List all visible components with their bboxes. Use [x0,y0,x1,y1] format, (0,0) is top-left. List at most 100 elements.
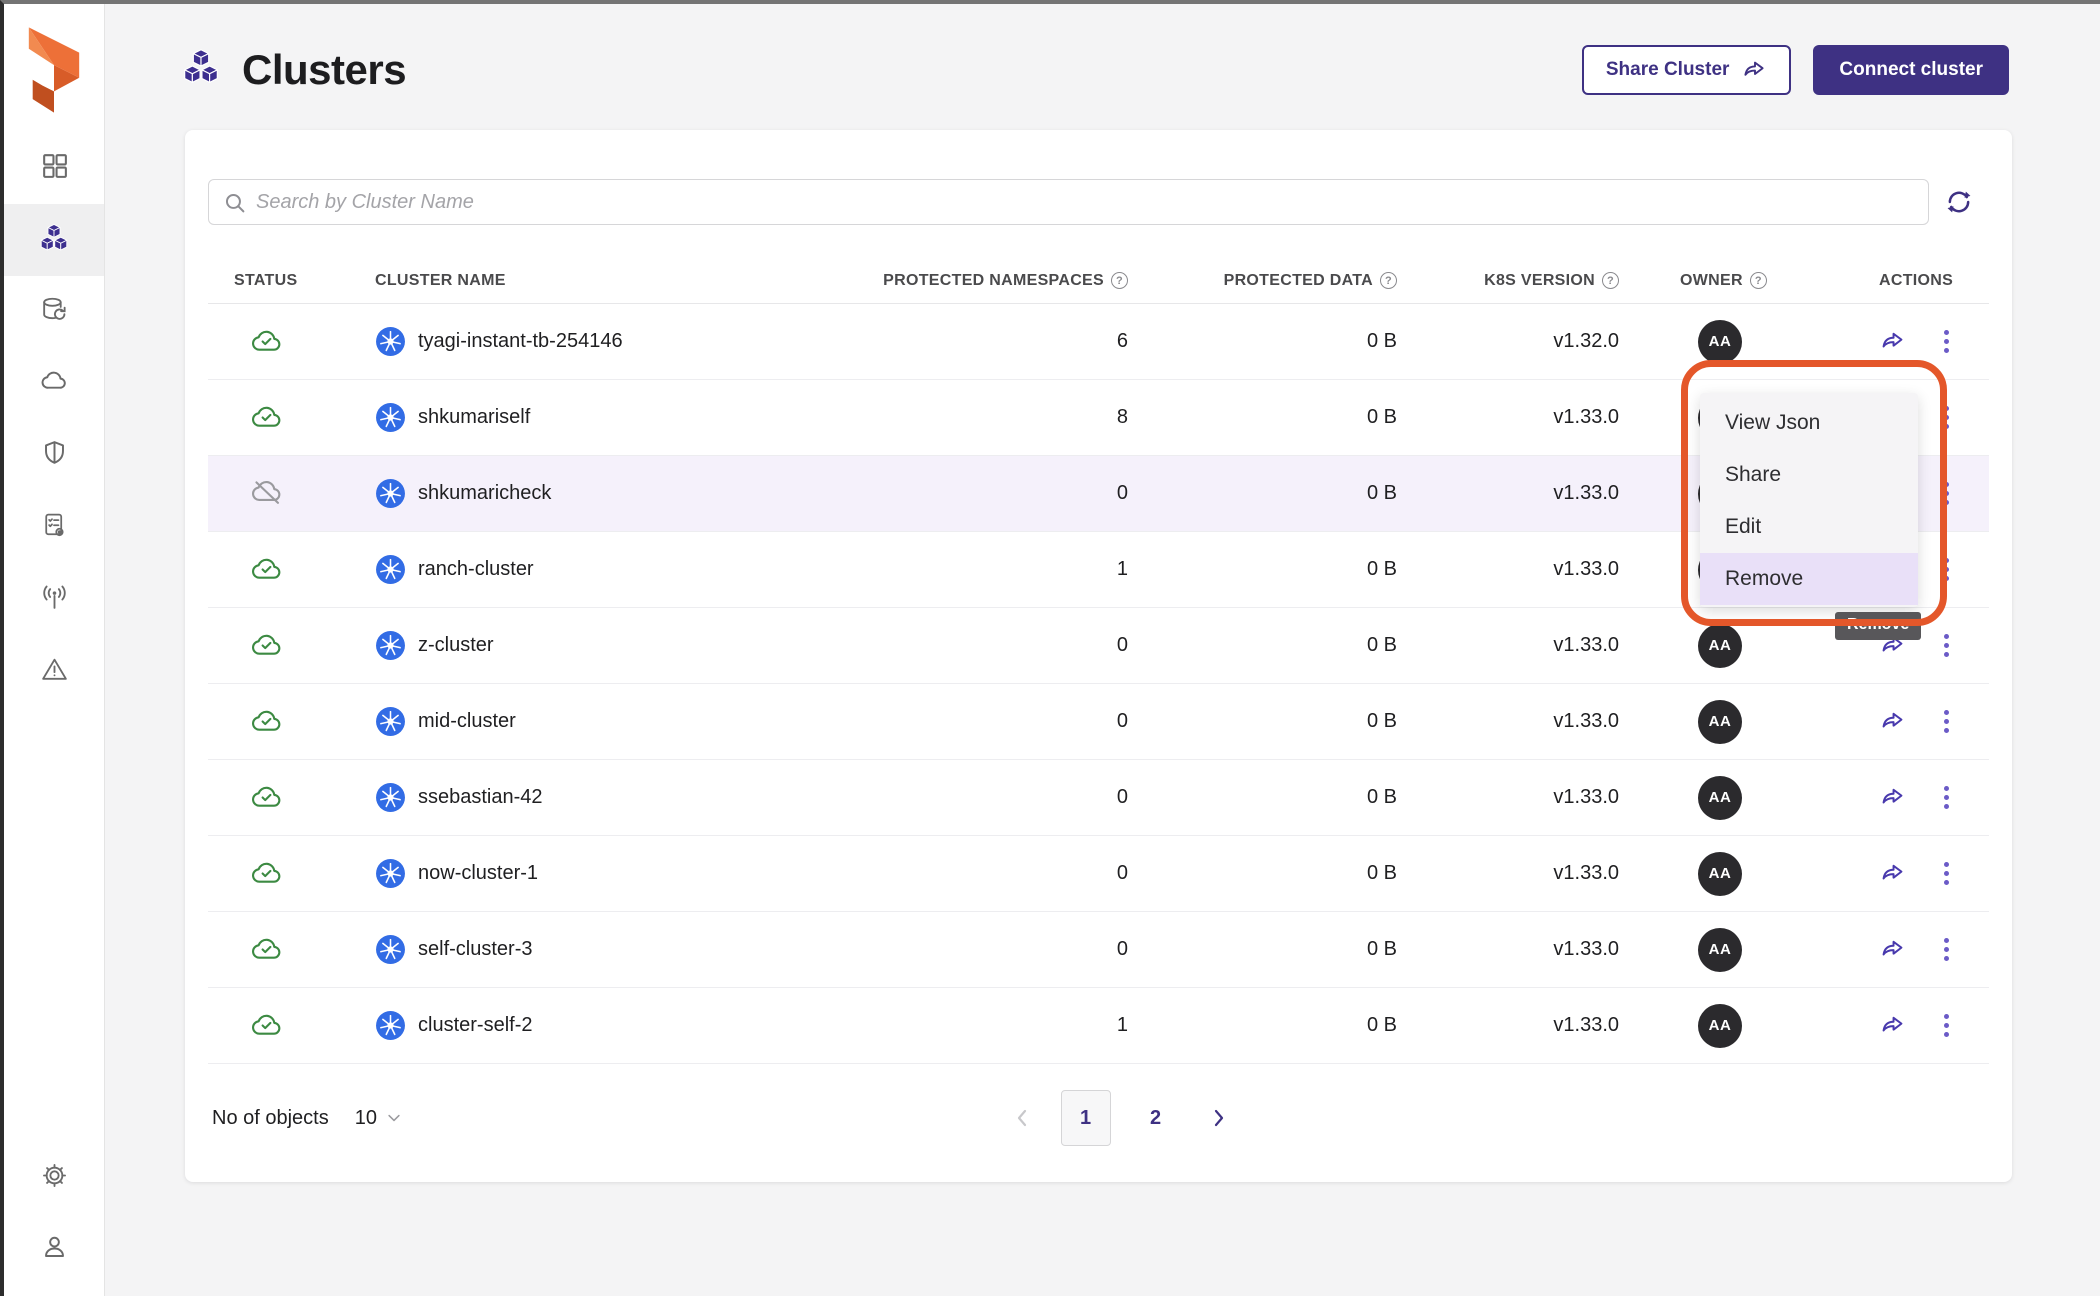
clusters-card: STATUS CLUSTER NAME PROTECTED NAMESPACES… [185,130,2012,1182]
page-size-select[interactable]: 10 [355,1107,403,1130]
table-row[interactable]: tyagi-instant-tb-254146 6 0 B v1.32.0 AA [208,304,1989,380]
k8s-version-cell: v1.33.0 [1397,634,1619,657]
help-icon[interactable]: ? [1750,272,1767,289]
owner-avatar[interactable]: AA [1698,320,1742,364]
previous-page-icon[interactable] [1005,1100,1041,1136]
cluster-name[interactable]: ssebastian-42 [418,786,543,809]
portworx-logo[interactable] [23,24,85,116]
owner-avatar[interactable]: AA [1698,852,1742,896]
sidebar-item-clusters[interactable] [4,204,104,276]
search-input[interactable] [256,191,1914,214]
context-menu-item[interactable]: Edit [1700,501,1918,553]
context-menu-item[interactable]: View Json [1700,397,1918,449]
help-icon[interactable]: ? [1602,272,1619,289]
column-status: STATUS [208,272,375,290]
status-cell [208,1008,375,1043]
page-button[interactable]: 1 [1061,1090,1111,1146]
table-row[interactable]: now-cluster-1 0 0 B v1.33.0 AA [208,836,1989,912]
clusters-cubes-icon [36,220,72,261]
pagination: No of objects 10 1 2 [208,1088,1989,1148]
cluster-name[interactable]: z-cluster [418,634,494,657]
owner-avatar[interactable]: AA [1698,1004,1742,1048]
help-icon[interactable]: ? [1380,272,1397,289]
share-row-icon[interactable] [1879,1012,1906,1039]
actions-cell [1879,858,1969,889]
owner-avatar[interactable]: AA [1698,700,1742,744]
table-row[interactable]: z-cluster 0 0 B v1.33.0 AA [208,608,1989,684]
kubernetes-icon [375,478,406,509]
namespaces-cell: 0 [868,862,1128,885]
kubernetes-icon [375,630,406,661]
k8s-version-cell: v1.33.0 [1397,710,1619,733]
cluster-name[interactable]: self-cluster-3 [418,938,532,961]
activity-antenna-icon [39,582,70,618]
cluster-online-icon [250,552,285,587]
cluster-name[interactable]: ranch-cluster [418,558,534,581]
table-row[interactable]: ssebastian-42 0 0 B v1.33.0 AA [208,760,1989,836]
sidebar-item-policies[interactable] [4,492,104,564]
column-cluster-name: CLUSTER NAME [375,272,868,290]
owner-avatar[interactable]: AA [1698,776,1742,820]
cluster-name[interactable]: tyagi-instant-tb-254146 [418,330,623,353]
share-row-icon[interactable] [1879,784,1906,811]
cluster-name[interactable]: cluster-self-2 [418,1014,532,1037]
cluster-name-cell: shkumariself [375,402,868,433]
share-row-icon[interactable] [1879,936,1906,963]
sidebar-item-alerts[interactable] [4,636,104,708]
share-cluster-button[interactable]: Share Cluster [1582,45,1792,95]
sidebar-item-cloud[interactable] [4,348,104,420]
cluster-name[interactable]: now-cluster-1 [418,862,538,885]
share-row-icon[interactable] [1879,328,1906,355]
namespaces-cell: 1 [868,1014,1128,1037]
share-row-icon[interactable] [1879,860,1906,887]
kebab-menu-icon[interactable] [1940,706,1953,737]
context-menu-item[interactable]: Share [1700,449,1918,501]
cluster-name[interactable]: shkumaricheck [418,482,551,505]
cluster-name[interactable]: shkumariself [418,406,530,429]
page-title: Clusters [242,46,406,94]
cluster-name-cell: now-cluster-1 [375,858,868,889]
table-row[interactable]: self-cluster-3 0 0 B v1.33.0 AA [208,912,1989,988]
kebab-menu-icon[interactable] [1940,782,1953,813]
owner-cell: AA [1619,928,1879,972]
table-row[interactable]: mid-cluster 0 0 B v1.33.0 AA [208,684,1989,760]
sidebar-item-activity[interactable] [4,564,104,636]
cluster-online-icon [250,856,285,891]
help-icon[interactable]: ? [1111,272,1128,289]
next-page-icon[interactable] [1201,1100,1237,1136]
kebab-menu-icon[interactable] [1940,858,1953,889]
owner-avatar[interactable]: AA [1698,928,1742,972]
cluster-name-cell: ranch-cluster [375,554,868,585]
status-cell [208,324,375,359]
kebab-menu-icon[interactable] [1940,934,1953,965]
kubernetes-icon [375,706,406,737]
kebab-menu-icon[interactable] [1940,1010,1953,1041]
kebab-menu-icon[interactable] [1940,554,1953,585]
owner-cell: AA [1619,852,1879,896]
sidebar-item-dashboard[interactable] [4,132,104,204]
status-cell [208,400,375,435]
sidebar-item-profile[interactable] [4,1214,104,1286]
kebab-menu-icon[interactable] [1940,478,1953,509]
sidebar-item-backup-restore[interactable] [4,276,104,348]
connect-cluster-button[interactable]: Connect cluster [1813,45,2009,95]
kebab-menu-icon[interactable] [1940,402,1953,433]
table-header: STATUS CLUSTER NAME PROTECTED NAMESPACES… [208,258,1989,304]
refresh-button[interactable] [1929,179,1989,225]
cluster-name-cell: shkumaricheck [375,478,868,509]
sidebar-item-security[interactable] [4,420,104,492]
share-row-icon[interactable] [1879,708,1906,735]
cluster-name-cell: z-cluster [375,630,868,661]
protected-data-cell: 0 B [1128,938,1397,961]
table-row[interactable]: cluster-self-2 1 0 B v1.33.0 AA [208,988,1989,1064]
sidebar-item-settings[interactable] [4,1142,104,1214]
app-window: Clusters Share Cluster Connect cluster [0,0,2100,1296]
cluster-name[interactable]: mid-cluster [418,710,516,733]
namespaces-cell: 8 [868,406,1128,429]
context-menu-item[interactable]: Remove [1700,553,1918,605]
kebab-menu-icon[interactable] [1940,326,1953,357]
kebab-menu-icon[interactable] [1940,630,1953,661]
owner-avatar[interactable]: AA [1698,624,1742,668]
page-button[interactable]: 2 [1131,1090,1181,1146]
cloud-icon [39,366,70,402]
